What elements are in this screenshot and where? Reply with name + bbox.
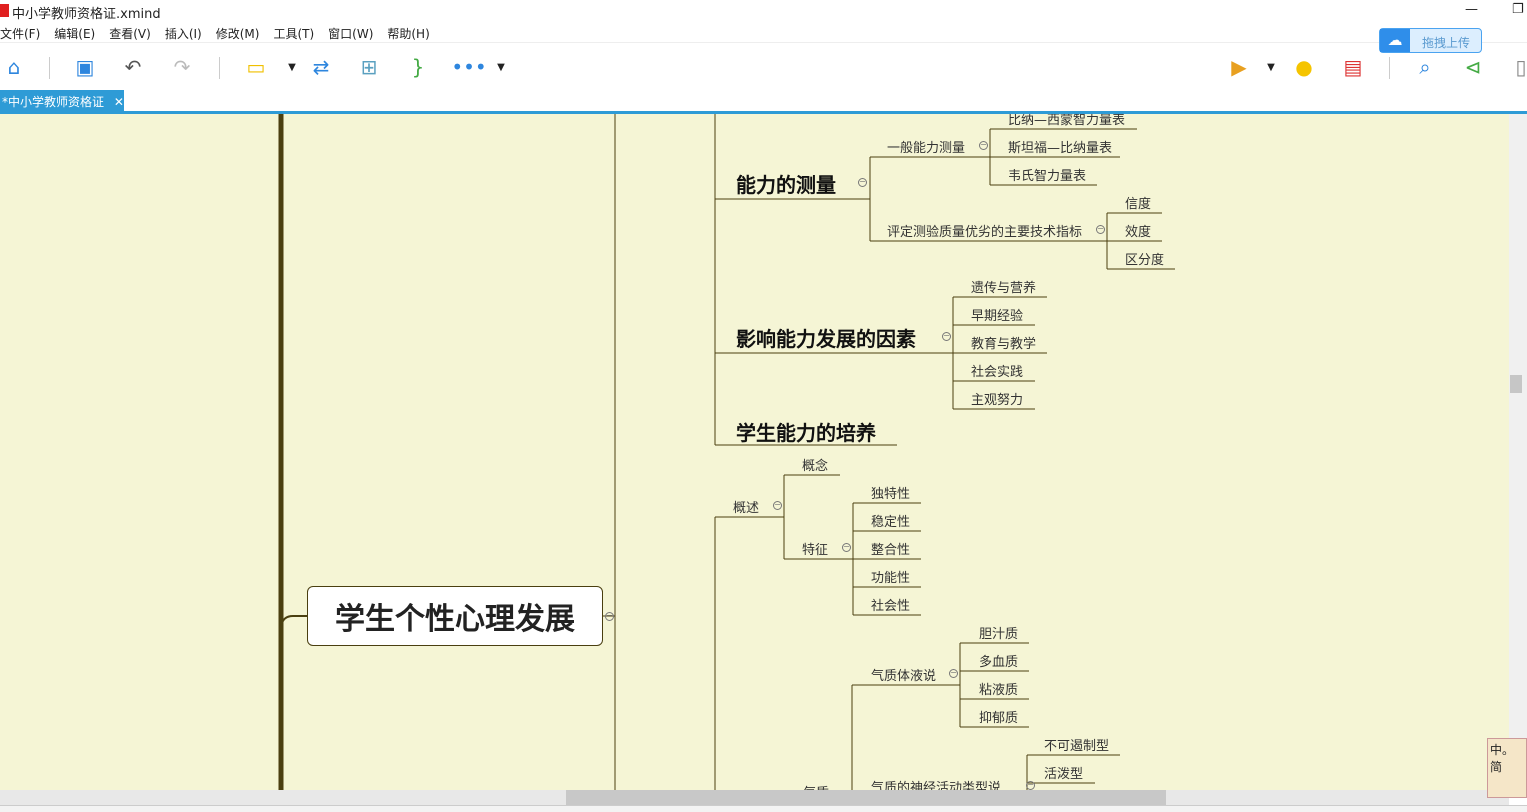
upload-label: 拖拽上传 bbox=[1422, 36, 1471, 50]
topic[interactable]: 概念 bbox=[802, 455, 828, 474]
restore-button[interactable]: ❐ bbox=[1512, 2, 1524, 17]
lightbulb-icon[interactable]: ● bbox=[1290, 53, 1318, 81]
app-logo-icon bbox=[0, 4, 9, 17]
topic[interactable]: 稳定性 bbox=[871, 511, 910, 530]
topic[interactable]: 活泼型 bbox=[1044, 763, 1083, 782]
topic-style-icon[interactable]: ▭ bbox=[242, 53, 270, 81]
toolbar: ⌂ ▣ ↶ ↷ ▭ ▼ ⇄ ⊞ } ••• ▼ ▶ ▼ ● ▤ ⌕ ⊲ ▯ bbox=[0, 42, 1527, 90]
structure-icon[interactable]: ⊞ bbox=[355, 53, 383, 81]
menu-edit[interactable]: 编辑(E) bbox=[54, 22, 95, 42]
menu-window[interactable]: 窗口(W) bbox=[328, 22, 373, 42]
collapse-icon[interactable]: − bbox=[773, 501, 782, 510]
topic-influencing-factors[interactable]: 影响能力发展的因素 bbox=[736, 323, 916, 352]
topic[interactable]: 社会实践 bbox=[971, 361, 1023, 380]
collapse-icon[interactable]: − bbox=[842, 543, 851, 552]
topic[interactable]: 胆汁质 bbox=[979, 623, 1018, 642]
collapse-icon[interactable]: − bbox=[1096, 225, 1105, 234]
topic[interactable]: 教育与教学 bbox=[971, 333, 1036, 352]
topic[interactable]: 韦氏智力量表 bbox=[1008, 165, 1086, 184]
more-icon[interactable]: ••• bbox=[451, 53, 486, 81]
chevron-down-icon[interactable]: ▼ bbox=[487, 53, 515, 81]
export-icon[interactable]: ▯ bbox=[1507, 53, 1527, 81]
topic[interactable]: 多血质 bbox=[979, 651, 1018, 670]
topic[interactable]: 比纳—西蒙智力量表 bbox=[1008, 114, 1125, 128]
collapse-icon[interactable]: − bbox=[1026, 781, 1035, 790]
topic[interactable]: 气质的神经活动类型说 bbox=[871, 777, 1001, 790]
topic[interactable]: 评定测验质量优劣的主要技术指标 bbox=[887, 221, 1082, 240]
topic[interactable]: 概述 bbox=[733, 497, 759, 516]
relationship-icon[interactable]: ⇄ bbox=[307, 53, 335, 81]
mascot-widget[interactable]: 中。简 bbox=[1487, 738, 1527, 798]
topic-ability-measurement[interactable]: 能力的测量 bbox=[736, 169, 836, 198]
status-bar bbox=[0, 805, 1527, 812]
share-icon[interactable]: ⊲ bbox=[1459, 53, 1487, 81]
topic[interactable]: 早期经验 bbox=[971, 305, 1023, 324]
root-topic[interactable]: 学生个性心理发展 bbox=[307, 586, 603, 646]
topic[interactable]: 独特性 bbox=[871, 483, 910, 502]
collapse-icon[interactable]: − bbox=[605, 612, 614, 621]
undo-icon[interactable]: ↶ bbox=[119, 53, 147, 81]
collapse-icon[interactable]: − bbox=[979, 141, 988, 150]
horizontal-scroll-thumb[interactable] bbox=[566, 790, 1166, 805]
presentation-icon[interactable]: ▶ bbox=[1225, 53, 1253, 81]
boundary-icon[interactable]: } bbox=[404, 53, 432, 81]
menu-tools[interactable]: 工具(T) bbox=[273, 22, 314, 42]
topic[interactable]: 社会性 bbox=[871, 595, 910, 614]
menu-view[interactable]: 查看(V) bbox=[109, 22, 151, 42]
tab-label: *中小学教师资格证 bbox=[2, 95, 105, 109]
tab-bar: *中小学教师资格证 ✕ bbox=[0, 90, 1527, 114]
home-icon[interactable]: ⌂ bbox=[0, 53, 28, 81]
topic[interactable]: 主观努力 bbox=[971, 389, 1023, 408]
menu-help[interactable]: 帮助(H) bbox=[387, 22, 429, 42]
close-icon[interactable]: ✕ bbox=[114, 95, 124, 109]
topic-ability-cultivation[interactable]: 学生能力的培养 bbox=[736, 417, 876, 446]
drag-upload-button[interactable]: ☁ 拖拽上传 bbox=[1379, 28, 1482, 53]
menu-bar: 文件(F) 编辑(E) 查看(V) 插入(I) 修改(M) 工具(T) 窗口(W… bbox=[0, 22, 444, 42]
title-bar: 中小学教师资格证.xmind — ❐ bbox=[0, 0, 1527, 22]
topic[interactable]: 粘液质 bbox=[979, 679, 1018, 698]
topic[interactable]: 信度 bbox=[1125, 193, 1151, 212]
collapse-icon[interactable]: − bbox=[942, 332, 951, 341]
redo-icon[interactable]: ↷ bbox=[168, 53, 196, 81]
topic[interactable]: 气质 bbox=[803, 782, 829, 790]
menu-insert[interactable]: 插入(I) bbox=[165, 22, 202, 42]
topic[interactable]: 一般能力测量 bbox=[887, 137, 965, 156]
minimize-button[interactable]: — bbox=[1465, 2, 1478, 17]
topic[interactable]: 功能性 bbox=[871, 567, 910, 586]
separator bbox=[49, 57, 50, 79]
menu-modify[interactable]: 修改(M) bbox=[216, 22, 260, 42]
separator bbox=[219, 57, 220, 79]
topic[interactable]: 效度 bbox=[1125, 221, 1151, 240]
collapse-icon[interactable]: − bbox=[858, 178, 867, 187]
topic[interactable]: 遗传与营养 bbox=[971, 277, 1036, 296]
save-icon[interactable]: ▣ bbox=[71, 53, 99, 81]
search-icon[interactable]: ⌕ bbox=[1411, 53, 1439, 81]
cloud-icon: ☁ bbox=[1380, 29, 1410, 52]
topic[interactable]: 特征 bbox=[802, 539, 828, 558]
gantt-icon[interactable]: ▤ bbox=[1339, 53, 1367, 81]
window-title: 中小学教师资格证.xmind bbox=[12, 7, 161, 22]
connector-lines bbox=[278, 114, 1175, 790]
topic[interactable]: 不可遏制型 bbox=[1044, 735, 1109, 754]
mindmap-canvas[interactable]: 学生个性心理发展 − 能力的测量 − 一般能力测量 − 比纳—西蒙智力量表 斯坦… bbox=[0, 114, 1509, 790]
topic[interactable]: 区分度 bbox=[1125, 249, 1164, 268]
tab-document[interactable]: *中小学教师资格证 ✕ bbox=[0, 90, 124, 111]
menu-file[interactable]: 文件(F) bbox=[0, 22, 40, 42]
chevron-down-icon[interactable]: ▼ bbox=[278, 53, 306, 81]
topic[interactable]: 气质体液说 bbox=[871, 665, 936, 684]
chevron-down-icon[interactable]: ▼ bbox=[1257, 53, 1285, 81]
vertical-scrollbar[interactable] bbox=[1509, 114, 1527, 790]
collapse-icon[interactable]: − bbox=[949, 669, 958, 678]
topic[interactable]: 整合性 bbox=[871, 539, 910, 558]
vertical-scroll-thumb[interactable] bbox=[1510, 375, 1522, 393]
topic[interactable]: 斯坦福—比纳量表 bbox=[1008, 137, 1112, 156]
separator bbox=[1389, 57, 1390, 79]
topic[interactable]: 抑郁质 bbox=[979, 707, 1018, 726]
